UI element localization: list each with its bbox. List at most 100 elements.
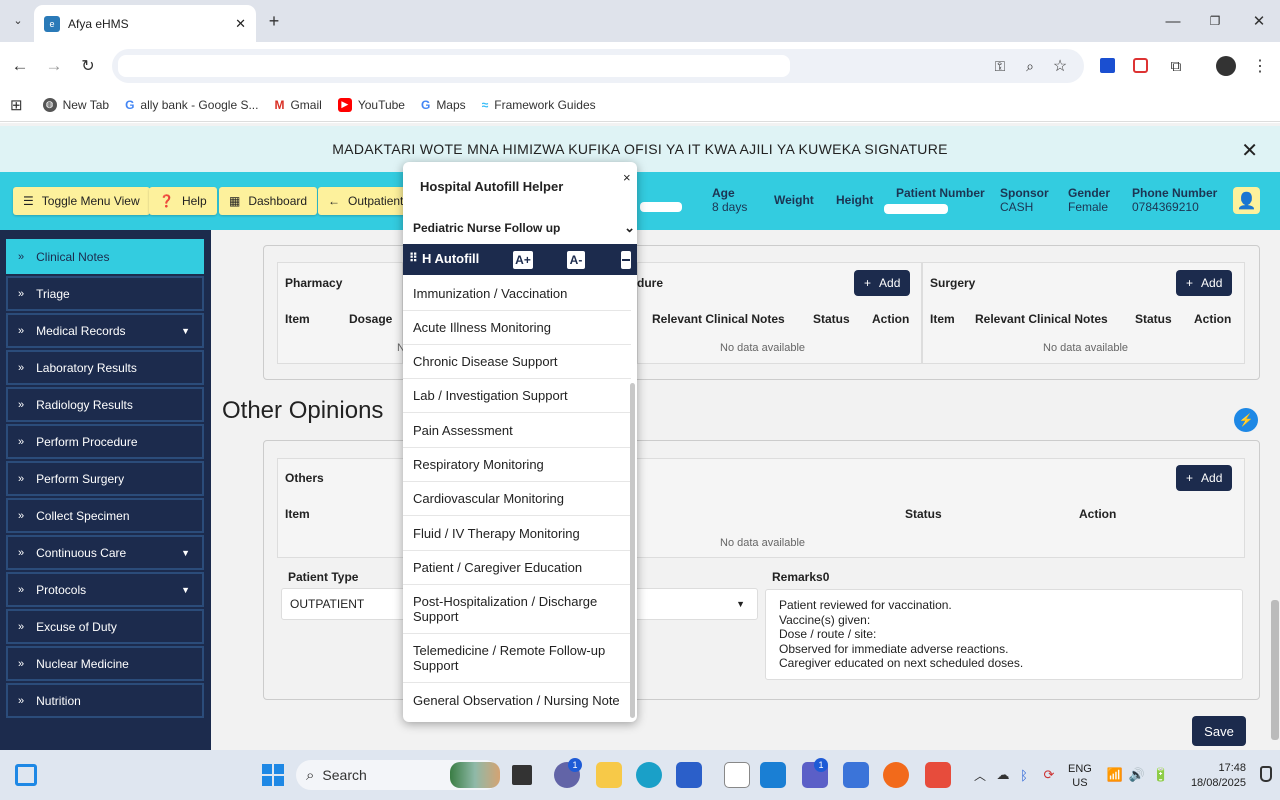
sidebar-item-protocols[interactable]: » Protocols ▼ (6, 572, 204, 607)
browser-tab[interactable]: e Afya eHMS ✕ (34, 5, 256, 42)
update-icon[interactable]: ⟳ (1040, 766, 1058, 784)
bookmark-star-icon[interactable]: ☆ (1050, 56, 1070, 76)
remarks-textarea[interactable]: Patient reviewed for vaccination. Vaccin… (765, 589, 1243, 680)
sidebar-item-triage[interactable]: » Triage (6, 276, 204, 311)
snipping-tool-icon[interactable] (925, 762, 951, 788)
sidebar-item-perform-surgery[interactable]: » Perform Surgery (6, 461, 204, 496)
restore-icon[interactable]: ❐ (1205, 11, 1225, 31)
task-view-icon[interactable] (512, 765, 532, 785)
wifi-icon[interactable]: 📶 (1106, 766, 1124, 784)
double-chevron-icon: » (18, 324, 25, 337)
start-icon[interactable] (262, 764, 284, 786)
sidebar-item-collect-specimen[interactable]: » Collect Specimen (6, 498, 204, 533)
quick-action-bolt-icon[interactable]: ⚡ (1234, 408, 1258, 432)
volume-icon[interactable]: 🔊 (1128, 766, 1146, 784)
sidebar-item-excuse-of-duty[interactable]: » Excuse of Duty (6, 609, 204, 644)
back-icon[interactable]: ← (10, 56, 30, 76)
close-tab-icon[interactable]: ✕ (235, 16, 246, 32)
zoom-icon[interactable]: ⌕ (1020, 56, 1040, 76)
toggle-menu-button[interactable]: ☰ Toggle Menu View (13, 187, 150, 215)
sidebar-item-medical-records[interactable]: » Medical Records ▼ (6, 313, 204, 348)
font-decrease-button[interactable]: A- (567, 251, 585, 269)
tab-search-icon[interactable]: ⌄ (8, 10, 28, 30)
template-select-value: Pediatric Nurse Follow up (413, 221, 561, 235)
apps-grid-icon[interactable]: ⊞ (10, 96, 23, 114)
add-surgery-button[interactable]: + Add (1176, 270, 1233, 296)
new-tab-icon[interactable]: + (264, 11, 284, 31)
profile-avatar[interactable] (1216, 56, 1236, 76)
pharmacy-col-dosage: Dosage (349, 312, 393, 326)
store-icon[interactable] (676, 762, 702, 788)
surgery-empty: No data available (1043, 342, 1129, 354)
option-patient-education[interactable]: Patient / Caregiver Education (403, 551, 631, 585)
file-explorer-icon[interactable] (596, 762, 622, 788)
sidebar-item-continuous-care[interactable]: » Continuous Care ▼ (6, 535, 204, 570)
plus-icon: + (1186, 471, 1194, 485)
header-field-sponsor: Sponsor CASH (1000, 186, 1049, 214)
gmail-icon: M (274, 97, 285, 112)
bluetooth-icon[interactable]: ᛒ (1017, 766, 1031, 784)
firefox-icon[interactable] (883, 762, 909, 788)
notepad-icon[interactable] (724, 762, 750, 788)
extension-2-icon[interactable] (1133, 58, 1148, 73)
dashboard-button[interactable]: ▦ Dashboard (219, 187, 318, 215)
bookmark-maps[interactable]: G Maps (421, 98, 466, 112)
font-increase-button[interactable]: A+ (513, 251, 533, 269)
option-immunization[interactable]: Immunization / Vaccination (403, 276, 631, 311)
option-lab-investigation[interactable]: Lab / Investigation Support (403, 379, 631, 413)
extensions-puzzle-icon[interactable]: ⧉ (1166, 56, 1186, 76)
option-post-hospitalization[interactable]: Post-Hospitalization / Discharge Support (403, 585, 631, 634)
extension-icon[interactable] (1100, 58, 1115, 73)
popup-scrollbar[interactable] (630, 383, 635, 718)
sidebar-item-nuclear-medicine[interactable]: » Nuclear Medicine (6, 646, 204, 681)
notes-app-icon[interactable] (843, 762, 869, 788)
reload-icon[interactable]: ↻ (78, 56, 98, 76)
notification-icon[interactable] (1260, 766, 1272, 782)
minimize-popup-icon[interactable] (621, 251, 631, 269)
edge-icon[interactable] (636, 762, 662, 788)
bookmark-ally-bank[interactable]: Gally bank - Google S... (125, 98, 258, 112)
clock[interactable]: 17:48 18/08/2025 (1180, 761, 1246, 791)
option-telemedicine[interactable]: Telemedicine / Remote Follow-up Support (403, 634, 631, 683)
bookmark-youtube[interactable]: ▶ YouTube (337, 97, 405, 112)
save-button[interactable]: Save (1192, 716, 1246, 746)
popup-close-icon[interactable]: × (623, 170, 631, 185)
sidebar-item-perform-procedure[interactable]: » Perform Procedure (6, 424, 204, 459)
template-select[interactable]: Pediatric Nurse Follow up ⌄ (413, 220, 635, 236)
help-button[interactable]: ❓ Help (149, 187, 217, 215)
sidebar-item-clinical-notes[interactable]: » Clinical Notes (6, 239, 204, 274)
add-other-button[interactable]: + Add (1176, 465, 1233, 491)
drag-handle-icon[interactable]: ⠿ (409, 251, 418, 265)
banner-close-icon[interactable]: ✕ (1241, 138, 1258, 163)
sidebar-item-nutrition[interactable]: » Nutrition (6, 683, 204, 718)
vscode-icon[interactable] (760, 762, 786, 788)
close-window-icon[interactable]: ✕ (1249, 11, 1269, 31)
forward-icon[interactable]: → (44, 56, 64, 76)
chevron-up-icon[interactable]: ︿ (972, 766, 988, 784)
user-avatar-icon[interactable]: 👤 (1233, 187, 1260, 214)
option-cardiovascular[interactable]: Cardiovascular Monitoring (403, 482, 631, 516)
option-fluid-iv[interactable]: Fluid / IV Therapy Monitoring (403, 516, 631, 551)
minimize-icon[interactable]: — (1163, 11, 1183, 31)
option-general-observation[interactable]: General Observation / Nursing Note (403, 683, 631, 718)
option-pain-assessment[interactable]: Pain Assessment (403, 413, 631, 448)
password-key-icon[interactable]: ⚿ (990, 56, 1010, 76)
bookmark-new-tab[interactable]: ◍ New Tab (42, 97, 109, 112)
redacted-name (640, 202, 682, 212)
battery-icon[interactable]: 🔋 (1152, 766, 1170, 784)
option-acute-illness[interactable]: Acute Illness Monitoring (403, 311, 631, 345)
option-respiratory[interactable]: Respiratory Monitoring (403, 448, 631, 482)
page-scrollbar[interactable] (1271, 600, 1279, 740)
surgery-col-status: Status (1135, 312, 1172, 326)
widgets-icon[interactable] (15, 764, 37, 786)
bookmark-framework-guides[interactable]: ≈ Framework Guides (482, 98, 596, 112)
onedrive-icon[interactable]: ☁ (994, 766, 1012, 784)
sidebar-item-laboratory-results[interactable]: » Laboratory Results (6, 350, 204, 385)
taskbar-search[interactable]: ⌕ Search (296, 760, 500, 790)
option-chronic-disease[interactable]: Chronic Disease Support (403, 345, 631, 379)
sidebar-item-radiology-results[interactable]: » Radiology Results (6, 387, 204, 422)
bookmark-gmail[interactable]: M Gmail (274, 98, 321, 112)
add-procedure-button[interactable]: + Add (854, 270, 911, 296)
menu-dots-icon[interactable]: ⋮ (1252, 56, 1268, 76)
language-indicator[interactable]: ENG US (1068, 762, 1092, 790)
